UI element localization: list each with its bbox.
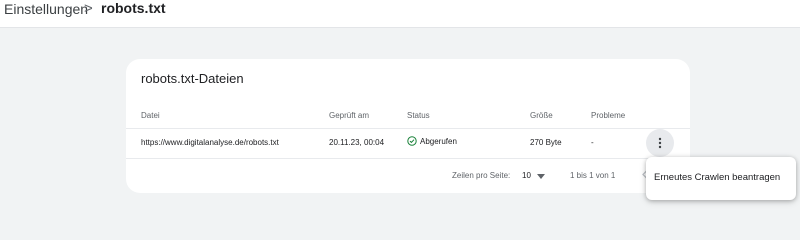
card-title: robots.txt-Dateien — [141, 71, 244, 86]
header-divider — [126, 128, 690, 129]
column-header-checked: Geprüft am — [329, 111, 370, 120]
column-header-status: Status — [407, 111, 430, 120]
file-url: https://www.digitalanalyse.de/robots.txt — [141, 138, 279, 147]
header-bar: Einstellungen > robots.txt — [0, 0, 800, 28]
breadcrumb-settings-link[interactable]: Einstellungen — [4, 1, 88, 17]
breadcrumb-separator: > — [84, 0, 93, 17]
rows-per-page-label: Zeilen pro Seite: — [452, 171, 511, 180]
check-circle-icon — [407, 136, 417, 146]
column-header-file: Datei — [141, 111, 160, 120]
more-vert-icon — [658, 137, 662, 149]
caret-down-icon — [536, 166, 545, 184]
problems-value: - — [591, 138, 594, 147]
column-header-problems: Probleme — [591, 111, 626, 120]
menu-item-request-recrawl[interactable]: Erneutes Crawlen beantragen — [654, 172, 780, 183]
status-cell: Abgerufen — [407, 136, 457, 146]
column-header-size: Größe — [530, 111, 553, 120]
checked-date: 20.11.23, 00:04 — [329, 138, 385, 147]
pagination-range: 1 bis 1 von 1 — [570, 171, 616, 180]
rows-per-page-value: 10 — [522, 170, 531, 180]
rows-per-page-select[interactable]: 10 — [522, 167, 552, 183]
more-options-menu: Erneutes Crawlen beantragen — [646, 157, 796, 200]
more-options-button[interactable] — [646, 129, 674, 157]
robots-files-card: robots.txt-Dateien Datei Geprüft am Stat… — [126, 59, 690, 193]
status-label: Abgerufen — [420, 136, 457, 146]
page-title: robots.txt — [101, 0, 166, 16]
file-size: 270 Byte — [530, 138, 562, 147]
row-divider — [126, 158, 690, 159]
